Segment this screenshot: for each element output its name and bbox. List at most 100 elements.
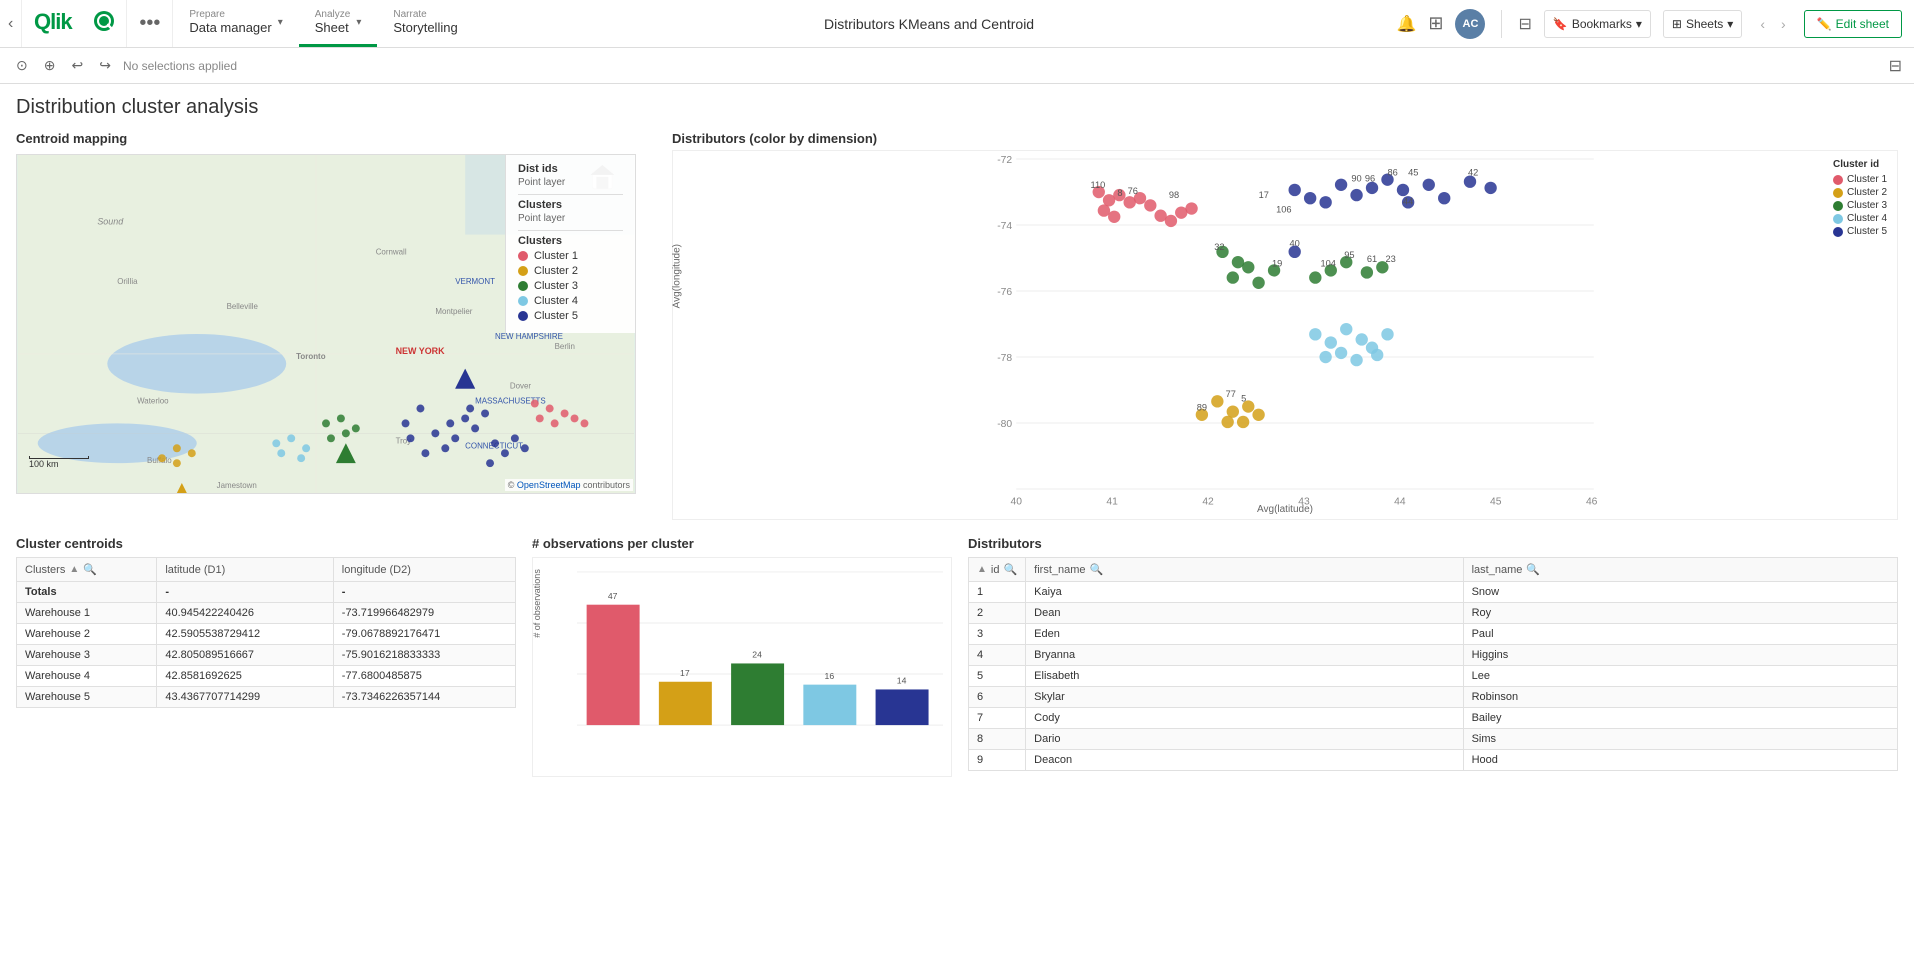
back-button[interactable]: ‹	[0, 0, 22, 47]
selection-icon-2[interactable]: ⊕	[40, 53, 60, 78]
clusters-section-label: Clusters	[518, 235, 623, 247]
dist-id: 6	[969, 687, 1026, 708]
svg-text:19: 19	[1272, 258, 1282, 268]
edit-sheet-button[interactable]: ✏️ Edit sheet	[1804, 10, 1902, 38]
layout-icon[interactable]: ⊟	[1889, 56, 1902, 76]
scatter-legend-title: Cluster id	[1833, 159, 1887, 170]
sort-icon: ▲	[69, 564, 79, 575]
prev-next-controls: ‹ ›	[1754, 14, 1791, 34]
svg-text:Waterloo: Waterloo	[137, 397, 169, 406]
user-avatar[interactable]: AC	[1455, 9, 1485, 39]
svg-text:17: 17	[1259, 190, 1269, 200]
search-firstname-icon[interactable]: 🔍	[1090, 563, 1104, 576]
table-row: Warehouse 2 42.5905538729412 -79.0678892…	[17, 624, 516, 645]
cluster-lon: -77.6800485875	[333, 666, 515, 687]
svg-text:106: 106	[1276, 205, 1291, 215]
scatter-c5-dot	[1833, 227, 1843, 237]
scatter-plot[interactable]: Cluster id Cluster 1 Cluster 2 Cluster 3	[672, 150, 1898, 520]
svg-text:98: 98	[1169, 190, 1179, 200]
bookmarks-button[interactable]: 🔖 Bookmarks ▾	[1544, 10, 1651, 38]
scatter-c1-dot	[1833, 175, 1843, 185]
svg-text:Dover: Dover	[510, 382, 532, 391]
dist-id: 4	[969, 645, 1026, 666]
bar-chart[interactable]: # of observations 60 40 20 0 47	[532, 557, 952, 777]
lastname-col-label: last_name	[1472, 564, 1523, 576]
nav-analyze[interactable]: Analyze Sheet ▾	[299, 0, 378, 47]
legend-cluster2: Cluster 2	[518, 265, 623, 277]
back-selection-icon[interactable]: ↩	[67, 53, 87, 78]
svg-text:89: 89	[1197, 403, 1207, 413]
col-first-name[interactable]: first_name 🔍	[1026, 558, 1463, 582]
dist-firstname: Cody	[1026, 708, 1463, 729]
cluster-name: Warehouse 2	[17, 624, 157, 645]
cluster-centroids-panel: Cluster centroids Clusters ▲ 🔍	[16, 536, 516, 777]
search-lastname-icon[interactable]: 🔍	[1526, 563, 1540, 576]
cluster-lon: -73.7346226357144	[333, 687, 515, 708]
prev-button[interactable]: ‹	[1754, 14, 1771, 34]
selection-icon-1[interactable]: ⊙	[12, 53, 32, 78]
dist-firstname: Bryanna	[1026, 645, 1463, 666]
table-row: 8 Dario Sims	[969, 729, 1898, 750]
cluster-lat: 40.945422240426	[157, 603, 333, 624]
search-clusters-icon[interactable]: 🔍	[83, 563, 97, 576]
x-axis-label: Avg(latitude)	[1257, 504, 1313, 515]
cluster-lon: -75.9016218833333	[333, 645, 515, 666]
scatter-legend: Cluster id Cluster 1 Cluster 2 Cluster 3	[1833, 159, 1887, 239]
cluster-name: Warehouse 4	[17, 666, 157, 687]
svg-text:VERMONT: VERMONT	[455, 277, 495, 286]
forward-selection-icon[interactable]: ↪	[95, 53, 115, 78]
sheets-label: Sheets	[1686, 17, 1723, 31]
svg-text:Belleville: Belleville	[227, 302, 259, 311]
bookmark-icon: 🔖	[1553, 17, 1568, 31]
totals-lon: -	[333, 582, 515, 603]
map-container[interactable]: Sound Orillia Belleville Toronto Waterlo…	[16, 154, 636, 494]
svg-text:32: 32	[1214, 242, 1224, 252]
firstname-col-label: first_name	[1034, 564, 1085, 576]
bell-icon[interactable]: 🔔	[1396, 14, 1416, 34]
svg-text:-72: -72	[997, 155, 1012, 166]
cluster-name: Warehouse 5	[17, 687, 157, 708]
svg-text:-74: -74	[997, 221, 1012, 232]
sheets-chevron: ▾	[1727, 17, 1733, 31]
dist-id: 5	[969, 666, 1026, 687]
more-options-button[interactable]: •••	[127, 0, 173, 47]
col-last-name[interactable]: last_name 🔍	[1463, 558, 1897, 582]
edit-sheet-label: Edit sheet	[1836, 17, 1889, 31]
nav-prepare[interactable]: Prepare Data manager ▾	[173, 0, 298, 47]
cluster-lat: 42.5905538729412	[157, 624, 333, 645]
col-longitude[interactable]: longitude (D2)	[333, 558, 515, 582]
dist-lastname: Hood	[1463, 750, 1897, 771]
top-navigation: ‹ Qlik ••• Prepare Data manager ▾ Analyz…	[0, 0, 1914, 48]
col-clusters[interactable]: Clusters ▲ 🔍	[17, 558, 157, 582]
bookmarks-chevron: ▾	[1636, 17, 1642, 31]
table-row: 9 Deacon Hood	[969, 750, 1898, 771]
cluster-name: Warehouse 1	[17, 603, 157, 624]
svg-text:76: 76	[1128, 186, 1138, 196]
dist-lastname: Lee	[1463, 666, 1897, 687]
storytelling-label: Storytelling	[393, 20, 457, 35]
grid-icon[interactable]: ⊞	[1428, 13, 1443, 34]
dist-lastname: Snow	[1463, 582, 1897, 603]
svg-text:40: 40	[1011, 496, 1023, 507]
next-button[interactable]: ›	[1775, 14, 1792, 34]
distributors-data-table: ▲ id 🔍 first_name 🔍	[968, 557, 1898, 771]
dist-id: 8	[969, 729, 1026, 750]
svg-text:Orillia: Orillia	[117, 277, 138, 286]
dist-lastname: Roy	[1463, 603, 1897, 624]
legend-cluster5: Cluster 5	[518, 310, 623, 322]
search-id-icon[interactable]: 🔍	[1003, 563, 1017, 576]
dist-lastname: Sims	[1463, 729, 1897, 750]
logo-text: Qlik	[34, 7, 114, 41]
legend-cluster3: Cluster 3	[518, 280, 623, 292]
col-id[interactable]: ▲ id 🔍	[969, 558, 1026, 582]
sheets-button[interactable]: ⊞ Sheets ▾	[1663, 10, 1742, 38]
dist-firstname: Deacon	[1026, 750, 1463, 771]
scatter-legend-c5: Cluster 5	[1833, 226, 1887, 237]
top-panels-row: Centroid mapping	[16, 131, 1898, 520]
grid-view-icon[interactable]: ⊟	[1518, 14, 1531, 34]
col-latitude[interactable]: latitude (D1)	[157, 558, 333, 582]
dist-firstname: Dario	[1026, 729, 1463, 750]
nav-narrate[interactable]: Narrate Storytelling	[377, 0, 473, 47]
dist-lastname: Higgins	[1463, 645, 1897, 666]
table-row: 7 Cody Bailey	[969, 708, 1898, 729]
